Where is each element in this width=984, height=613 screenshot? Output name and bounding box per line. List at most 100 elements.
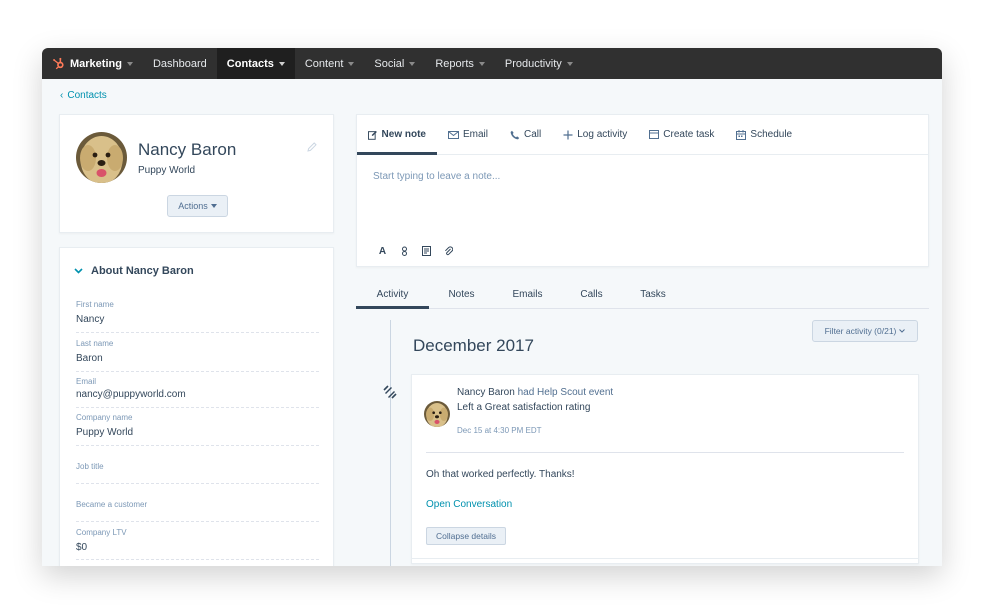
plus-icon: [563, 130, 573, 139]
nav-brand-marketing[interactable]: Marketing: [42, 48, 143, 79]
nav-item-label: Content: [304, 57, 344, 70]
tab-call[interactable]: Call: [499, 115, 552, 154]
tab-activity[interactable]: Activity: [356, 280, 429, 309]
nav-item-productivity[interactable]: Productivity: [495, 48, 583, 79]
calendar-icon: [736, 129, 747, 140]
tab-emails[interactable]: Emails: [494, 280, 561, 308]
nav-item-content[interactable]: Content: [295, 48, 365, 79]
property-value: nancy@puppyworld.com: [76, 389, 186, 400]
avatar: [76, 132, 127, 183]
nav-item-dashboard[interactable]: Dashboard: [143, 48, 217, 79]
nav-item-social[interactable]: Social: [364, 48, 425, 79]
contact-name: Nancy Baron: [138, 140, 237, 159]
property-label: Email: [76, 377, 97, 386]
property-email[interactable]: Email nancy@puppyworld.com: [76, 377, 319, 408]
about-title: About Nancy Baron: [91, 265, 194, 277]
property-company-name[interactable]: Company name Puppy World: [76, 413, 319, 446]
chevron-down-icon: [478, 61, 485, 66]
envelope-icon: [448, 130, 459, 139]
tab-label: New note: [381, 129, 426, 140]
divider: [426, 452, 904, 453]
filter-activity-button[interactable]: Filter activity (0/21): [812, 320, 918, 342]
personalize-icon[interactable]: [399, 245, 410, 257]
tab-label: Log activity: [577, 129, 628, 140]
property-value: [76, 514, 319, 526]
phone-icon: [510, 130, 520, 139]
nav-item-contacts[interactable]: Contacts: [216, 48, 295, 79]
nav-item-label: Social: [374, 57, 405, 70]
text-style-icon[interactable]: A: [377, 245, 388, 257]
property-label: Company LTV: [76, 528, 127, 537]
top-nav: Marketing Dashboard Contacts Content Soc…: [42, 48, 942, 79]
chevron-down-icon: [74, 268, 83, 274]
property-label: Company name: [76, 413, 133, 422]
tab-label: Email: [463, 129, 489, 140]
about-section-toggle[interactable]: About Nancy Baron: [74, 265, 194, 277]
tab-label: Create task: [663, 129, 715, 140]
tab-label: Tasks: [640, 288, 666, 300]
tab-label: Call: [524, 129, 542, 140]
attachment-icon[interactable]: [443, 245, 454, 257]
timeline-month-heading: December 2017: [413, 336, 534, 355]
about-contact-card: About Nancy Baron First name Nancy Last …: [59, 247, 334, 566]
contact-profile-card: Nancy Baron Puppy World Actions: [59, 114, 334, 233]
property-value: $0: [76, 542, 88, 553]
property-value: Baron: [76, 353, 103, 364]
tab-calls[interactable]: Calls: [561, 280, 622, 308]
nav-item-label: Contacts: [226, 57, 274, 70]
property-label: Became a customer: [76, 500, 148, 509]
nav-item-label: Dashboard: [152, 57, 207, 70]
chevron-down-icon: [210, 204, 217, 208]
snippet-icon[interactable]: [421, 245, 432, 257]
property-label: Job title: [76, 462, 104, 471]
property-value: Nancy: [76, 314, 105, 325]
dog-avatar-icon: [424, 401, 450, 427]
note-input[interactable]: [373, 171, 913, 241]
tab-log-activity[interactable]: Log activity: [552, 115, 638, 154]
formatting-toolbar: A: [377, 245, 454, 257]
pencil-icon[interactable]: [306, 141, 318, 153]
tab-label: Activity: [376, 288, 409, 300]
property-company-ltv[interactable]: Company LTV $0: [76, 528, 319, 560]
breadcrumb[interactable]: ‹ Contacts: [60, 90, 107, 101]
tab-label: Emails: [512, 288, 543, 300]
chevron-down-icon: [409, 61, 416, 66]
tab-email[interactable]: Email: [437, 115, 499, 154]
property-label: Last name: [76, 339, 114, 348]
actions-button[interactable]: Actions: [167, 195, 228, 217]
tab-label: Schedule: [750, 129, 793, 140]
help-scout-icon: [383, 385, 397, 399]
activity-tabs: Activity Notes Emails Calls Tasks: [356, 280, 929, 309]
hubspot-sprocket-icon: [53, 57, 64, 70]
property-last-name[interactable]: Last name Baron: [76, 339, 319, 372]
property-value: [76, 476, 319, 488]
tab-tasks[interactable]: Tasks: [622, 280, 684, 308]
nav-item-reports[interactable]: Reports: [425, 48, 495, 79]
composer-tabs: New note Email Call Log activity Create …: [357, 115, 928, 155]
tab-label: Calls: [580, 288, 603, 300]
actions-button-label: Actions: [178, 201, 208, 211]
property-value: Puppy World: [76, 427, 134, 438]
property-label: First name: [76, 300, 114, 309]
tab-create-task[interactable]: Create task: [638, 115, 725, 154]
event-actor[interactable]: Nancy Baron: [457, 387, 515, 398]
task-icon: [649, 130, 660, 139]
event-timestamp: Dec 15 at 4:30 PM EDT: [457, 426, 542, 435]
collapse-details-label: Collapse details: [435, 531, 496, 541]
filter-activity-label: Filter activity (0/21): [824, 326, 897, 336]
open-conversation-link[interactable]: Open Conversation: [426, 499, 512, 510]
property-became-customer[interactable]: Became a customer: [76, 500, 319, 522]
chevron-down-icon: [126, 61, 133, 66]
tab-new-note[interactable]: New note: [357, 115, 437, 155]
property-first-name[interactable]: First name Nancy: [76, 300, 319, 333]
tab-schedule[interactable]: Schedule: [725, 115, 803, 154]
tab-notes[interactable]: Notes: [429, 280, 494, 308]
nav-item-label: Reports: [435, 57, 474, 70]
property-job-title[interactable]: Job title: [76, 462, 319, 484]
tab-label: Notes: [448, 288, 475, 300]
paperclip-glyph: [445, 246, 453, 256]
contact-company[interactable]: Puppy World: [138, 165, 195, 176]
chevron-down-icon: [278, 61, 285, 66]
collapse-details-button[interactable]: Collapse details: [426, 527, 506, 545]
chevron-down-icon: [899, 329, 906, 333]
